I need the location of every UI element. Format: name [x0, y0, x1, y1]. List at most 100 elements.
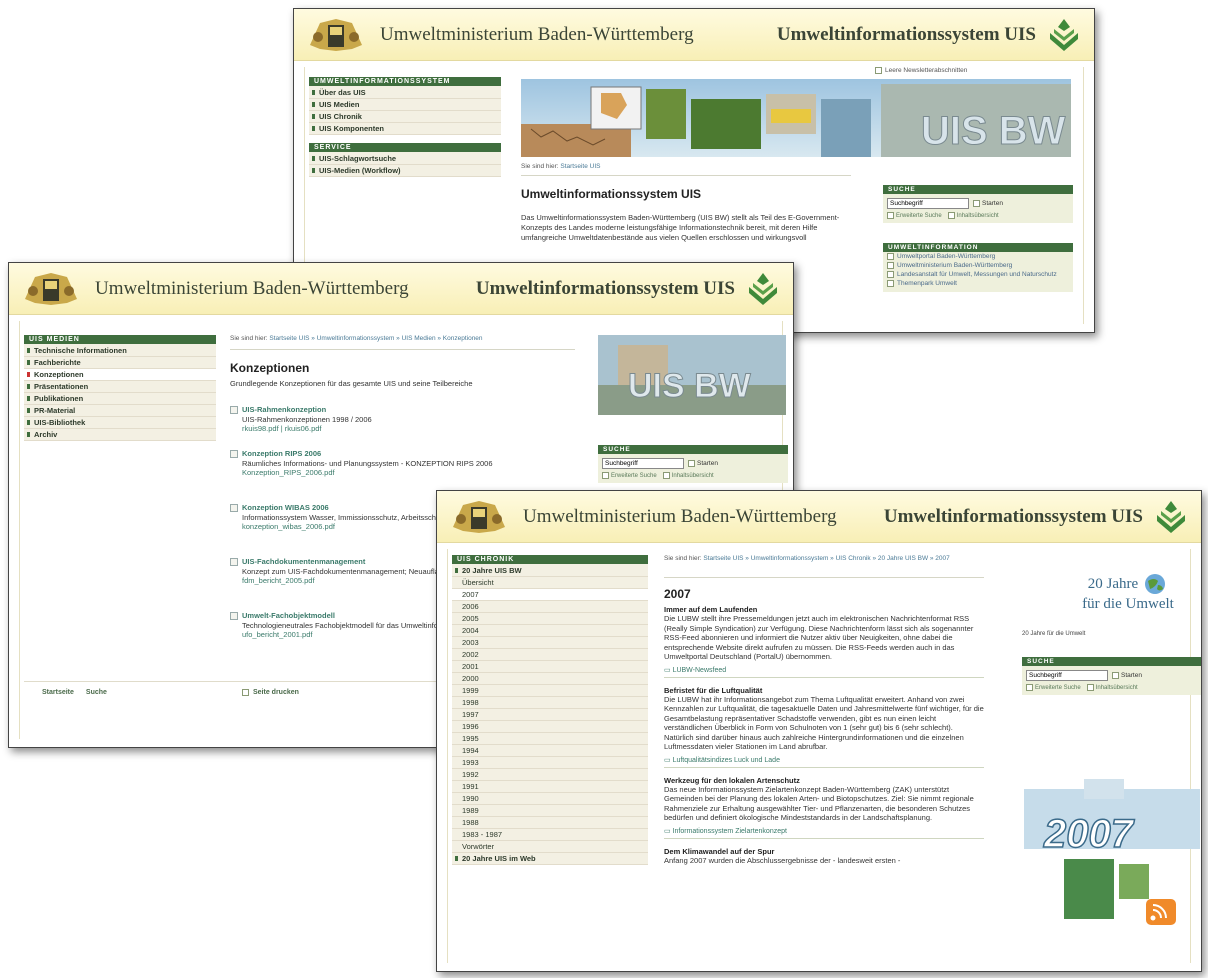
search-input[interactable] — [602, 458, 684, 469]
news-item: Werkzeug für den lokalen Artenschutz Das… — [664, 776, 984, 839]
index-link[interactable]: Inhaltsübersicht — [947, 212, 999, 219]
nav-item[interactable]: Präsentationen — [24, 381, 216, 393]
nav-item[interactable]: Publikationen — [24, 393, 216, 405]
uis-logo-icon — [1050, 18, 1078, 51]
nav-year-item[interactable]: 1983 - 1987 — [452, 829, 648, 841]
search-button[interactable]: Starten — [973, 200, 1003, 207]
nav-item[interactable]: 20 Jahre UIS im Web — [452, 853, 648, 865]
nav-item[interactable]: UIS Medien — [309, 99, 501, 111]
uis-chronik-window: Umweltministerium Baden-Württemberg Umwe… — [436, 490, 1202, 972]
checkbox-icon — [875, 67, 882, 74]
nav-item-overview[interactable]: Übersicht — [452, 577, 648, 589]
env-link[interactable]: Umweltportal Baden-Württemberg — [883, 252, 1073, 261]
coat-of-arms-icon — [310, 18, 362, 51]
big-year: 2007 — [1043, 812, 1135, 856]
nav-item-vorwort[interactable]: Vorwörter — [452, 841, 648, 853]
nav-item[interactable]: Archiv — [24, 429, 216, 441]
news-item: Dem Klimawandel auf der Spur Anfang 2007… — [664, 846, 901, 865]
nav-year-item[interactable]: 1988 — [452, 817, 648, 829]
nav-year-item[interactable]: 1996 — [452, 721, 648, 733]
newsletter-link[interactable]: Leere Newsletterabschnitten — [875, 67, 967, 74]
footer-link-home[interactable]: Startseite — [42, 689, 74, 696]
file-link[interactable]: Konzeption_RIPS_2006.pdf — [242, 468, 577, 478]
environment-head: UMWELTINFORMATION — [883, 243, 1073, 252]
nav-year-item[interactable]: 2001 — [452, 661, 648, 673]
nav-item[interactable]: Fachberichte — [24, 357, 216, 369]
document-icon — [230, 504, 238, 512]
system-name: Umweltinformationssystem UIS — [475, 277, 735, 299]
extended-search-link[interactable]: Erweiterte Suche — [887, 212, 942, 219]
nav-item[interactable]: 20 Jahre UIS BW — [452, 565, 648, 577]
nav-item[interactable]: UIS-Medien (Workflow) — [309, 165, 501, 177]
search-input[interactable] — [887, 198, 969, 209]
nav-year-item[interactable]: 2002 — [452, 649, 648, 661]
svg-text:UIS BW: UIS BW — [628, 367, 752, 405]
nav-year-item[interactable]: 2007 — [452, 589, 648, 601]
year-2007-graphic: 2007 — [1024, 769, 1201, 929]
news-list: Immer auf dem Laufenden Die LUBW stellt … — [664, 605, 984, 865]
breadcrumb-link[interactable]: Startseite UIS — [560, 163, 600, 170]
nav-item[interactable]: UIS Chronik — [309, 111, 501, 123]
search-button[interactable]: Starten — [1112, 672, 1142, 679]
env-link[interactable]: Landesanstalt für Umwelt, Messungen und … — [883, 270, 1073, 279]
system-name: Umweltinformationssystem UIS — [883, 505, 1143, 527]
breadcrumb-link[interactable]: Startseite UIS » Umweltinformationssyste… — [269, 335, 482, 342]
nav-year-item[interactable]: 2004 — [452, 625, 648, 637]
page-header: Umweltministerium Baden-Württemberg Umwe… — [294, 9, 1094, 61]
search-head: SUCHE — [883, 185, 1073, 194]
breadcrumb: Sie sind hier: Startseite UIS — [521, 163, 601, 170]
document-icon — [230, 612, 238, 620]
nav-item-active[interactable]: Konzeptionen — [24, 369, 216, 381]
print-link[interactable]: Seite drucken — [242, 689, 299, 696]
news-link[interactable]: ▭ Luftqualitätsindizes Luck und Lade — [664, 756, 984, 768]
footer-link-search[interactable]: Suche — [86, 689, 107, 696]
nav-item[interactable]: Technische Informationen — [24, 345, 216, 357]
nav-year-item[interactable]: 1990 — [452, 793, 648, 805]
nav-item[interactable]: UIS-Schlagwortsuche — [309, 153, 501, 165]
document-icon — [230, 450, 238, 458]
breadcrumb: Sie sind hier: Startseite UIS » Umweltin… — [664, 555, 950, 562]
env-link[interactable]: Themenpark Umwelt — [883, 279, 1073, 288]
nav-section-head: SERVICE — [309, 143, 501, 152]
nav-year-item[interactable]: 2000 — [452, 673, 648, 685]
nav-year-item[interactable]: 1993 — [452, 757, 648, 769]
ministry-name: Umweltministerium Baden-Württemberg — [95, 277, 409, 299]
file-link[interactable]: rkuis98.pdf | rkuis06.pdf — [242, 424, 577, 434]
nav-year-item[interactable]: 1989 — [452, 805, 648, 817]
extended-search-link[interactable]: Erweiterte Suche — [1026, 684, 1081, 691]
anniversary-caption: 20 Jahre für die Umwelt — [1022, 631, 1086, 637]
page-subtitle: Grundlegende Konzeptionen für das gesamt… — [230, 379, 473, 388]
index-link[interactable]: Inhaltsübersicht — [662, 472, 714, 479]
nav-year-item[interactable]: 2006 — [452, 601, 648, 613]
news-link[interactable]: ▭ LUBW-Newsfeed — [664, 666, 984, 678]
extended-search-link[interactable]: Erweiterte Suche — [602, 472, 657, 479]
breadcrumb: Sie sind hier: Startseite UIS » Umweltin… — [230, 335, 483, 342]
page-title: Konzeptionen — [230, 361, 310, 375]
breadcrumb-link[interactable]: Startseite UIS » Umweltinformationssyste… — [703, 555, 949, 562]
nav-item[interactable]: UIS Komponenten — [309, 123, 501, 135]
nav-item[interactable]: Über das UIS — [309, 87, 501, 99]
nav-year-item[interactable]: 2005 — [452, 613, 648, 625]
document-item: UIS-Rahmenkonzeption UIS-Rahmenkonzeptio… — [230, 405, 577, 434]
document-icon — [230, 558, 238, 566]
nav-section-head: UMWELTINFORMATIONSSYSTEM — [309, 77, 501, 86]
svg-text:UIS BW: UIS BW — [921, 109, 1066, 153]
search-button[interactable]: Starten — [688, 460, 718, 467]
env-link[interactable]: Umweltministerium Baden-Württemberg — [883, 261, 1073, 270]
nav-year-item[interactable]: 1999 — [452, 685, 648, 697]
nav-item[interactable]: PR-Material — [24, 405, 216, 417]
nav-year-item[interactable]: 1991 — [452, 781, 648, 793]
nav-year-item[interactable]: 1995 — [452, 733, 648, 745]
news-link[interactable]: ▭ Informationssystem Zielartenkonzept — [664, 827, 984, 839]
nav-year-item[interactable]: 1998 — [452, 697, 648, 709]
nav-section-head: UIS MEDIEN — [24, 335, 216, 344]
search-input[interactable] — [1026, 670, 1108, 681]
banner-collage-icon: UIS BW — [598, 335, 786, 415]
nav-year-item[interactable]: 1994 — [452, 745, 648, 757]
nav-year-item[interactable]: 2003 — [452, 637, 648, 649]
nav-item[interactable]: UIS-Bibliothek — [24, 417, 216, 429]
nav-year-item[interactable]: 1992 — [452, 769, 648, 781]
index-link[interactable]: Inhaltsübersicht — [1086, 684, 1138, 691]
banner-image: UIS BW — [598, 335, 786, 415]
nav-year-item[interactable]: 1997 — [452, 709, 648, 721]
